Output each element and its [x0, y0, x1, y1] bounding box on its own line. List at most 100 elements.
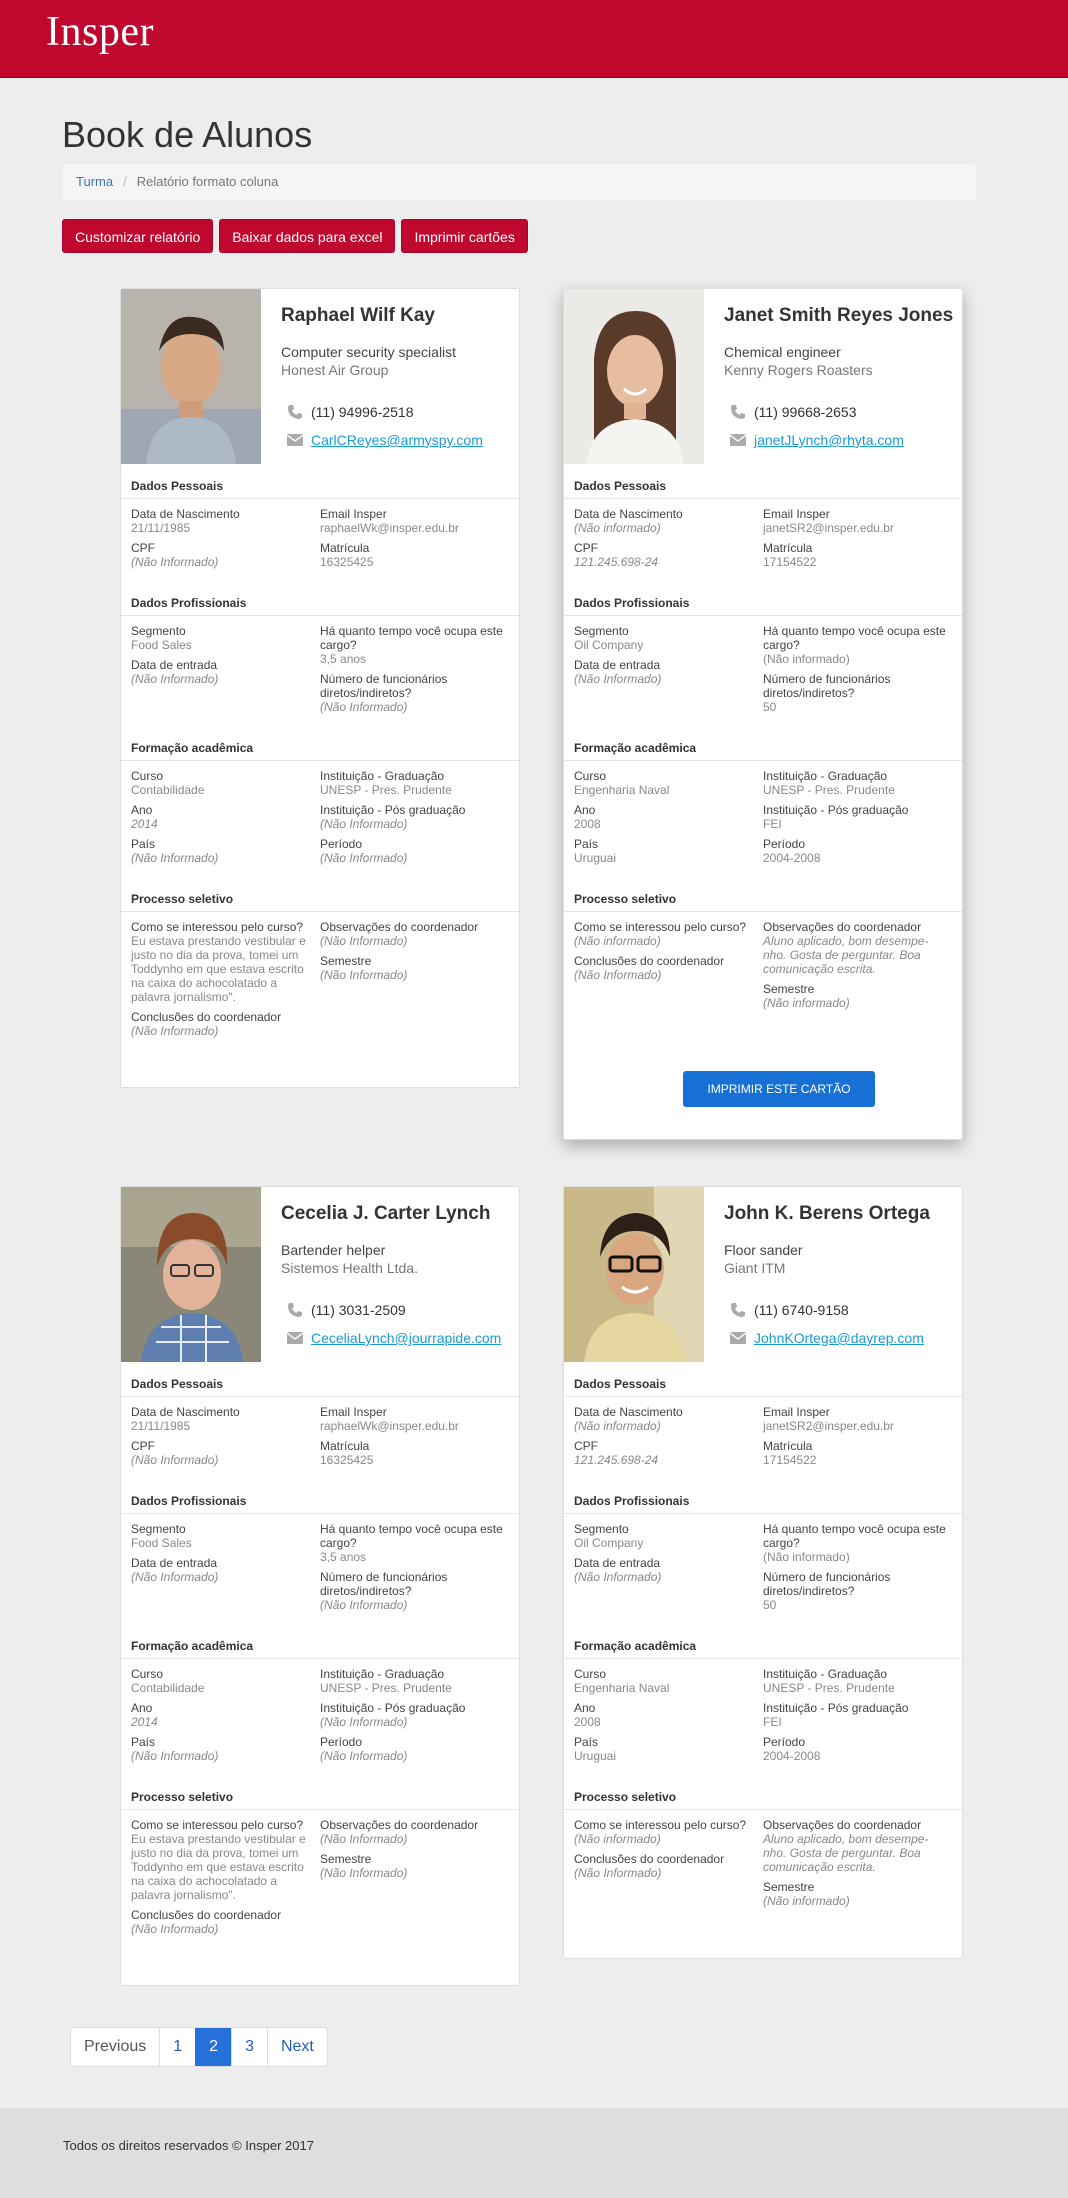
value-conclusoes: (Não Informado) — [131, 1922, 219, 1936]
download-excel-button[interactable]: Baixar dados para excel — [219, 219, 396, 253]
label-inst-pos: Instituição - Pós graduação — [320, 1701, 466, 1715]
label-periodo: Período — [320, 1735, 363, 1749]
insper-logo[interactable]: Insper — [46, 8, 154, 56]
pagination-next[interactable]: Next — [266, 2028, 327, 2066]
student-photo — [564, 1187, 704, 1362]
student-info: Raphael Wilf Kay Computer security speci… — [281, 305, 516, 454]
value-entrada: (Não Informado) — [574, 672, 662, 686]
label-email-insper: Email Insper — [320, 507, 387, 521]
label-conclusoes: Conclusões do coordenador — [574, 1852, 725, 1866]
label-nascimento: Data de Nascimento — [131, 507, 240, 521]
section-dados-profissionais: Segmento Oil Company Data de entrada (Não … — [564, 616, 962, 726]
email-row: CarlCReyes@armyspy.com — [281, 426, 516, 454]
label-entrada: Data de entrada — [574, 658, 661, 672]
label-periodo: Período — [763, 1735, 806, 1749]
section-dados-pessoais: Data de Nascimento (Não informado) CPF 121… — [564, 1397, 962, 1479]
value-semestre: (Não Informado) — [320, 1866, 408, 1880]
label-observacoes: Observações do coordenador — [763, 1818, 922, 1832]
pagination-previous[interactable]: Previous — [71, 2028, 159, 2066]
label-curso: Curso — [131, 769, 164, 783]
value-conclusoes: (Não Informado) — [131, 1024, 219, 1038]
label-semestre: Semestre — [320, 954, 372, 968]
student-card: Cecelia J. Carter Lynch Bartender helper… — [120, 1186, 520, 1986]
footer: Todos os direitos reservados © Insper 20… — [0, 2108, 1068, 2198]
phone-icon — [724, 404, 752, 420]
value-entrada: (Não Informado) — [131, 672, 219, 686]
value-inst-pos: FEI — [763, 1715, 782, 1729]
value-funcionarios: (Não Informado) — [320, 700, 408, 714]
customize-report-button[interactable]: Customizar relatório — [62, 219, 214, 253]
value-semestre: (Não informado) — [763, 996, 850, 1010]
value-curso: Contabilidade — [131, 783, 205, 797]
value-matricula: 17154522 — [763, 555, 817, 569]
value-funcionarios: 50 — [763, 700, 777, 714]
top-navbar: Insper — [0, 0, 1068, 78]
value-email-insper: janetSR2@insper.edu.br — [763, 521, 894, 535]
pagination-page-3[interactable]: 3 — [231, 2028, 267, 2066]
label-inst-graduacao: Instituição - Graduação — [763, 1667, 888, 1681]
value-inst-graduacao: UNESP - Pres. Prudente — [763, 783, 895, 797]
pagination-page-1[interactable]: 1 — [159, 2028, 195, 2066]
page-title: Book de Alunos — [62, 114, 313, 155]
section-title-processo: Processo seletivo — [121, 877, 519, 912]
pagination: Previous 1 2 3 Next — [70, 2027, 328, 2067]
label-ano: Ano — [131, 803, 153, 817]
student-job: Chemical engineer — [724, 344, 841, 360]
label-nascimento: Data de Nascimento — [574, 507, 683, 521]
section-title-dados-profissionais: Dados Profissionais — [121, 1479, 519, 1514]
value-tempo-cargo: 3,5 anos — [320, 1550, 367, 1564]
section-dados-profissionais: Segmento Food Sales Data de entrada (Não I… — [121, 616, 519, 726]
value-semestre: (Não Informado) — [320, 968, 408, 982]
label-matricula: Matrícula — [320, 541, 370, 555]
label-pais: País — [574, 1735, 599, 1749]
section-processo: Como se interessou pelo curso? Eu estava … — [121, 912, 519, 1050]
value-nascimento: (Não informado) — [574, 1419, 661, 1433]
label-funcionarios: Número de funcionários diretos/indiretos… — [763, 672, 891, 700]
student-email-link[interactable]: JohnKOrtega@dayrep.com — [754, 1330, 924, 1346]
label-email-insper: Email Insper — [763, 1405, 830, 1419]
value-curso: Engenharia Naval — [574, 1681, 670, 1695]
label-curso: Curso — [131, 1667, 164, 1681]
label-nascimento: Data de Nascimento — [131, 1405, 240, 1419]
label-funcionarios: Número de funcionários diretos/indiretos… — [763, 1570, 891, 1598]
section-formacao: Curso Engenharia Naval Ano 2008 País Urugua… — [564, 761, 962, 877]
label-cpf: CPF — [131, 1439, 155, 1453]
value-email-insper: raphaelWk@insper.edu.br — [320, 521, 459, 535]
value-ano: 2014 — [131, 817, 158, 831]
pagination-page-2-current[interactable]: 2 — [195, 2028, 232, 2066]
label-conclusoes: Conclusões do coordenador — [131, 1908, 282, 1922]
value-inst-graduacao: UNESP - Pres. Prudente — [320, 1681, 452, 1695]
student-job: Floor sander — [724, 1242, 803, 1258]
student-email-link[interactable]: CarlCReyes@armyspy.com — [311, 432, 483, 448]
student-job: Bartender helper — [281, 1242, 386, 1258]
section-title-formacao: Formação acadêmica — [121, 1624, 519, 1659]
student-phone: (11) 99668-2653 — [754, 404, 857, 420]
value-observacoes: Aluno aplicado, bom desempe-nho. Gosta d… — [763, 934, 929, 976]
email-row: janetJLynch@rhyta.com — [724, 426, 959, 454]
action-toolbar: Customizar relatório Baixar dados para e… — [62, 219, 528, 253]
label-matricula: Matrícula — [763, 541, 813, 555]
label-interesse: Como se interessou pelo curso? — [131, 1818, 304, 1832]
print-this-card-button[interactable]: IMPRIMIR ESTE CARTÃO — [683, 1071, 875, 1107]
card-details: Dados Pessoais Data de Nascimento (Não in… — [564, 1362, 962, 1920]
value-segmento: Food Sales — [131, 638, 192, 652]
section-title-processo: Processo seletivo — [564, 1775, 962, 1810]
value-cpf: 121.245.698-24 — [574, 1453, 659, 1467]
breadcrumb-link-turma[interactable]: Turma — [76, 174, 113, 189]
value-funcionarios: 50 — [763, 1598, 777, 1612]
value-curso: Contabilidade — [131, 1681, 205, 1695]
value-segmento: Food Sales — [131, 1536, 192, 1550]
label-interesse: Como se interessou pelo curso? — [574, 1818, 747, 1832]
label-tempo-cargo: Há quanto tempo você ocupa este cargo? — [320, 1522, 503, 1550]
value-pais: (Não Informado) — [131, 851, 219, 865]
student-email-link[interactable]: CeceliaLynch@jourrapide.com — [311, 1330, 501, 1346]
label-entrada: Data de entrada — [131, 658, 218, 672]
label-segmento: Segmento — [574, 1522, 629, 1536]
value-interesse: (Não informado) — [574, 1832, 661, 1846]
label-tempo-cargo: Há quanto tempo você ocupa este cargo? — [320, 624, 503, 652]
label-nascimento: Data de Nascimento — [574, 1405, 683, 1419]
print-cards-button[interactable]: Imprimir cartões — [401, 219, 528, 253]
student-company: Honest Air Group — [281, 362, 389, 378]
student-email-link[interactable]: janetJLynch@rhyta.com — [754, 432, 904, 448]
value-matricula: 16325425 — [320, 1453, 374, 1467]
